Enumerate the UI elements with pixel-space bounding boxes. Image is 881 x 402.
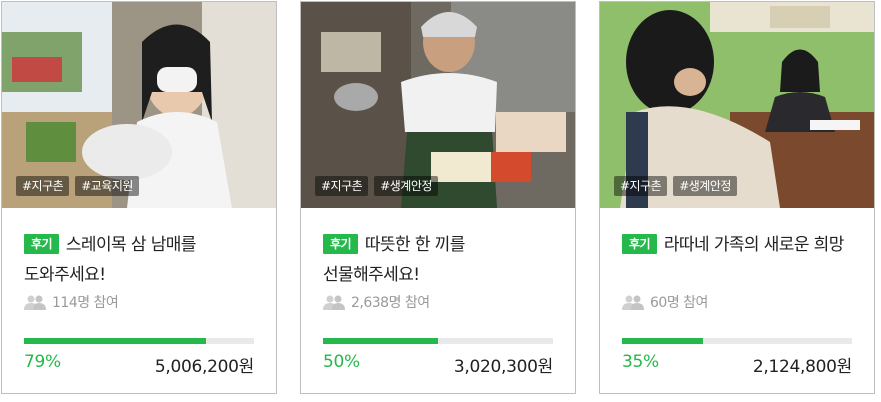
review-badge: 후기 xyxy=(323,234,358,254)
campaign-card-3[interactable]: #지구촌 #생계안정 후기 라따네 가족의 새로운 희망 60명 참여 35% 2… xyxy=(599,1,875,394)
participants-label: 2,638명 참여 xyxy=(351,295,430,311)
tag[interactable]: #지구촌 xyxy=(16,176,70,196)
funding-progress-fill xyxy=(24,338,206,344)
funding-progress-fill xyxy=(622,338,703,344)
participants-count: 60명 참여 xyxy=(622,292,708,312)
funding-percent: 50% xyxy=(323,352,360,372)
tag-list: #지구촌 #교육지원 xyxy=(16,176,139,196)
campaign-title-text[interactable]: 라따네 가족의 새로운 희망 xyxy=(664,235,844,255)
people-icon xyxy=(622,295,644,310)
tag[interactable]: #지구촌 xyxy=(614,176,668,196)
campaign-title[interactable]: 후기 따뜻한 한 끼를 선물해주세요! xyxy=(323,230,553,290)
participants-label: 114명 참여 xyxy=(52,295,119,311)
people-icon xyxy=(323,295,345,310)
tag-list: #지구촌 #생계안정 xyxy=(614,176,737,196)
participants-count: 2,638명 참여 xyxy=(323,292,430,312)
funding-progress-bar xyxy=(323,338,553,344)
campaign-photo-1[interactable]: #지구촌 #교육지원 xyxy=(2,2,276,208)
funding-progress-fill xyxy=(323,338,438,344)
funding-progress-bar xyxy=(24,338,254,344)
funding-percent: 79% xyxy=(24,352,61,372)
participants-label: 60명 참여 xyxy=(650,295,708,311)
campaign-title[interactable]: 후기 스레이목 삼 남매를 도와주세요! xyxy=(24,230,254,290)
tag[interactable]: #지구촌 xyxy=(315,176,369,196)
funding-progress-bar xyxy=(622,338,852,344)
funding-percent: 35% xyxy=(622,352,659,372)
tag[interactable]: #생계안정 xyxy=(673,176,737,196)
campaign-photo-3[interactable]: #지구촌 #생계안정 xyxy=(600,2,874,208)
review-badge: 후기 xyxy=(24,234,59,254)
tag-list: #지구촌 #생계안정 xyxy=(315,176,438,196)
campaign-title[interactable]: 후기 라따네 가족의 새로운 희망 xyxy=(622,230,852,260)
tag[interactable]: #생계안정 xyxy=(374,176,438,196)
campaign-card-1[interactable]: #지구촌 #교육지원 후기 스레이목 삼 남매를 도와주세요! 114명 참여 7… xyxy=(1,1,277,394)
participants-count: 114명 참여 xyxy=(24,292,119,312)
campaign-card-2[interactable]: #지구촌 #생계안정 후기 따뜻한 한 끼를 선물해주세요! 2,638명 참여 … xyxy=(300,1,576,394)
review-badge: 후기 xyxy=(622,234,657,254)
funding-amount: 2,124,800원 xyxy=(752,357,852,377)
campaign-photo-2[interactable]: #지구촌 #생계안정 xyxy=(301,2,575,208)
people-icon xyxy=(24,295,46,310)
funding-amount: 3,020,300원 xyxy=(453,357,553,377)
tag[interactable]: #교육지원 xyxy=(75,176,139,196)
funding-amount: 5,006,200원 xyxy=(154,357,254,377)
